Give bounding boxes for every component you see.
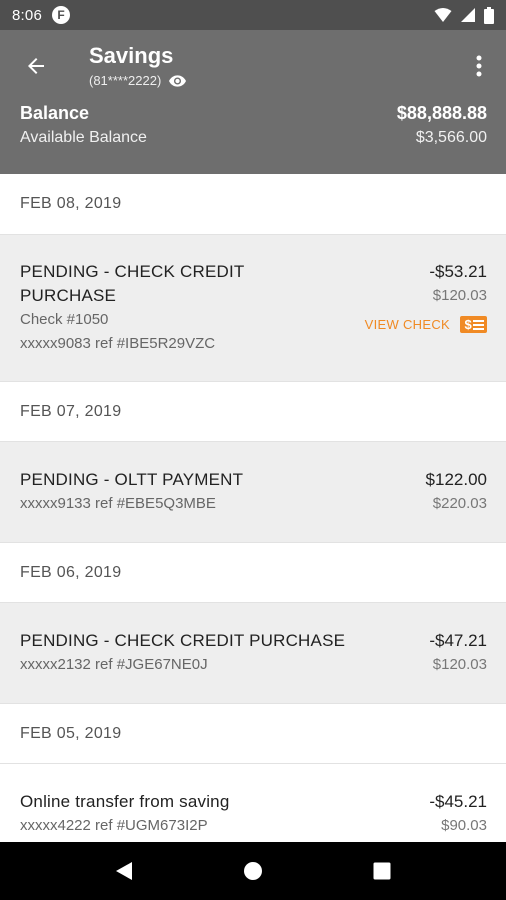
running-balance: $220.03 bbox=[432, 495, 487, 512]
account-number-row: (81****2222) bbox=[89, 73, 187, 88]
transaction-amount: $122.00 bbox=[425, 470, 487, 489]
date-header: FEB 05, 2019 bbox=[0, 703, 506, 763]
arrow-left-icon bbox=[28, 58, 44, 74]
transaction-description: PENDING - CHECK CREDIT PURCHASE bbox=[20, 631, 346, 650]
page-title: Savings bbox=[89, 43, 174, 68]
status-icons bbox=[434, 6, 494, 24]
back-button[interactable] bbox=[18, 48, 54, 84]
more-vertical-icon bbox=[476, 55, 482, 77]
check-number: Check #1050 bbox=[20, 311, 109, 328]
transaction-row[interactable]: PENDING - CHECK CREDIT PURCHASE Check #1… bbox=[0, 234, 506, 381]
eye-icon bbox=[169, 74, 187, 87]
transaction-description: Online transfer from saving bbox=[20, 792, 230, 811]
date-header: FEB 07, 2019 bbox=[0, 381, 506, 441]
running-balance: $120.03 bbox=[432, 287, 487, 304]
system-home-button[interactable] bbox=[233, 851, 273, 891]
status-bar: 8:06 F bbox=[0, 0, 506, 30]
view-check-label: VIEW CHECK bbox=[364, 317, 450, 332]
transaction-list[interactable]: FEB 08, 2019 PENDING - CHECK CREDIT PURC… bbox=[0, 174, 506, 842]
wifi-icon bbox=[434, 8, 452, 22]
transaction-reference: xxxxx2132 ref #JGE67NE0J bbox=[20, 656, 208, 673]
transaction-row[interactable]: Online transfer from saving xxxxx4222 re… bbox=[0, 763, 506, 842]
transaction-amount: -$45.21 bbox=[429, 792, 487, 811]
svg-text:$: $ bbox=[465, 317, 473, 332]
available-balance-value: $3,566.00 bbox=[415, 129, 487, 146]
battery-icon bbox=[484, 6, 494, 24]
system-navigation-bar bbox=[0, 842, 506, 900]
system-back-button[interactable] bbox=[104, 851, 144, 891]
date-header: FEB 06, 2019 bbox=[0, 542, 506, 602]
square-recents-icon bbox=[373, 862, 391, 880]
running-balance: $90.03 bbox=[441, 817, 487, 834]
view-check-button[interactable]: VIEW CHECK $ bbox=[365, 316, 487, 333]
transaction-description-continued: PURCHASE bbox=[20, 286, 117, 305]
transaction-row[interactable]: PENDING - OLTT PAYMENT xxxxx9133 ref #EB… bbox=[0, 441, 506, 542]
running-balance: $120.03 bbox=[432, 656, 487, 673]
balance-label: Balance bbox=[20, 103, 90, 123]
transaction-reference: xxxxx9133 ref #EBE5Q3MBE bbox=[20, 495, 216, 512]
transaction-description: PENDING - CHECK CREDIT bbox=[20, 262, 245, 281]
transaction-row[interactable]: PENDING - CHECK CREDIT PURCHASE xxxxx213… bbox=[0, 602, 506, 703]
account-number: (81****2222) bbox=[89, 73, 162, 88]
system-recents-button[interactable] bbox=[362, 851, 402, 891]
account-header: Savings (81****2222) Balance $88,888.88 … bbox=[0, 30, 506, 174]
date-header: FEB 08, 2019 bbox=[0, 174, 506, 234]
transaction-description: PENDING - OLTT PAYMENT bbox=[20, 470, 244, 489]
app-notification-icon: F bbox=[52, 6, 70, 24]
circle-home-icon bbox=[243, 862, 262, 880]
triangle-back-icon bbox=[116, 862, 133, 880]
available-balance-label: Available Balance bbox=[20, 129, 147, 146]
transaction-reference: xxxxx9083 ref #IBE5R29VZC bbox=[20, 335, 216, 352]
balance-value: $88,888.88 bbox=[396, 103, 487, 123]
transaction-amount: -$47.21 bbox=[429, 631, 487, 650]
more-options-button[interactable] bbox=[464, 48, 494, 84]
check-document-icon: $ bbox=[460, 316, 487, 333]
signal-icon bbox=[461, 8, 475, 22]
toggle-visibility-button[interactable] bbox=[169, 74, 187, 87]
transaction-reference: xxxxx4222 ref #UGM673I2P bbox=[20, 817, 208, 834]
transaction-amount: -$53.21 bbox=[429, 262, 487, 281]
status-time: 8:06 bbox=[12, 6, 42, 24]
